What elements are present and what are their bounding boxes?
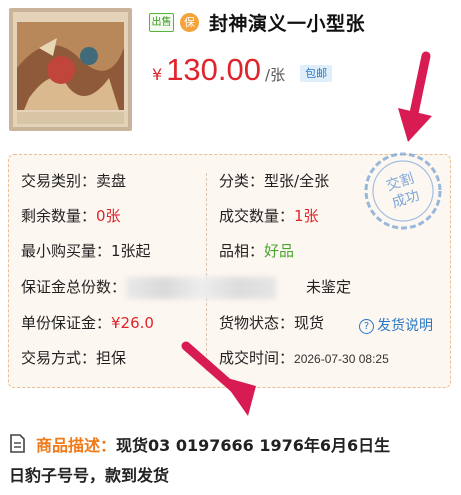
trade-method-row: 交易方式：担保 [21,347,126,369]
document-icon [9,434,26,462]
price-row: ¥ 130.00 /张 包邮 [152,52,333,88]
deal-qty-value: 1张 [294,207,319,225]
trade-type-value: 卖盘 [96,172,127,190]
condition-row: 品相：好品 [219,240,294,262]
unit-deposit-value: ¥26.0 [111,314,154,332]
min-purchase-label: 最小购买量： [21,242,112,260]
authentication-value: 未鉴定 [306,278,352,296]
redacted-blur [126,276,277,299]
sell-badge: 出售 [149,13,174,32]
shipping-help-link[interactable]: ? 发货说明 [359,315,433,337]
currency-symbol: ¥ [152,65,163,84]
product-title: 封神演义一小型张 [209,13,366,35]
annotation-arrow-bottom [181,341,256,416]
remaining-qty-label: 剩余数量： [21,207,97,225]
price-value: 130.00 [166,52,262,87]
min-purchase-value: 1张起 [111,242,151,260]
category-value: 型张/全张 [264,172,330,190]
unit-deposit-row: 单份保证金：¥26.0 [21,312,154,334]
description-text-line2: 日豹子号号，款到发货 [9,466,170,485]
authentication-row: 未鉴定 [306,276,351,298]
guarantee-badge: 保 [180,13,199,32]
category-row: 分类：型张/全张 [219,170,329,192]
category-label: 分类： [219,172,265,190]
product-thumbnail[interactable] [9,8,132,131]
goods-status-label: 货物状态： [219,314,295,332]
deal-qty-row: 成交数量：1张 [219,205,319,227]
description-text-line1: 现货03 0197666 1976年6月6日生 [116,436,391,455]
remaining-qty-row: 剩余数量：0张 [21,205,121,227]
trade-type-row: 交易类别：卖盘 [21,170,126,192]
unit-deposit-label: 单份保证金： [21,314,112,332]
goods-status-row: 货物状态：现货 [219,312,324,334]
deal-qty-label: 成交数量： [219,207,295,225]
min-purchase-row: 最小购买量：1张起 [21,240,151,262]
price-unit: /张 [265,66,286,84]
shipping-help-label: 发货说明 [377,318,433,334]
product-description: 商品描述：现货03 0197666 1976年6月6日生 日豹子号号，款到发货 [9,432,449,490]
annotation-arrow-top [398,51,432,142]
condition-label: 品相： [219,242,265,260]
deal-time-value: 2026-07-30 08:25 [294,352,389,366]
stamp-sheet-image [9,8,132,131]
trade-type-label: 交易类别： [21,172,97,190]
deposit-count-row: 保证金总份数： [21,276,277,299]
condition-value: 好品 [264,242,295,260]
goods-status-value: 现货 [294,314,325,332]
remaining-qty-value: 0张 [96,207,121,225]
free-shipping-tag: 包邮 [300,65,333,82]
deal-success-stamp: 交割 成功 [364,152,442,230]
description-label: 商品描述： [36,436,117,455]
product-title-row: 出售 保 封神演义一小型张 [149,9,365,36]
trade-method-value: 担保 [96,349,127,367]
trade-method-label: 交易方式： [21,349,97,367]
deposit-count-label: 保证金总份数： [21,278,127,296]
question-icon: ? [359,319,374,334]
